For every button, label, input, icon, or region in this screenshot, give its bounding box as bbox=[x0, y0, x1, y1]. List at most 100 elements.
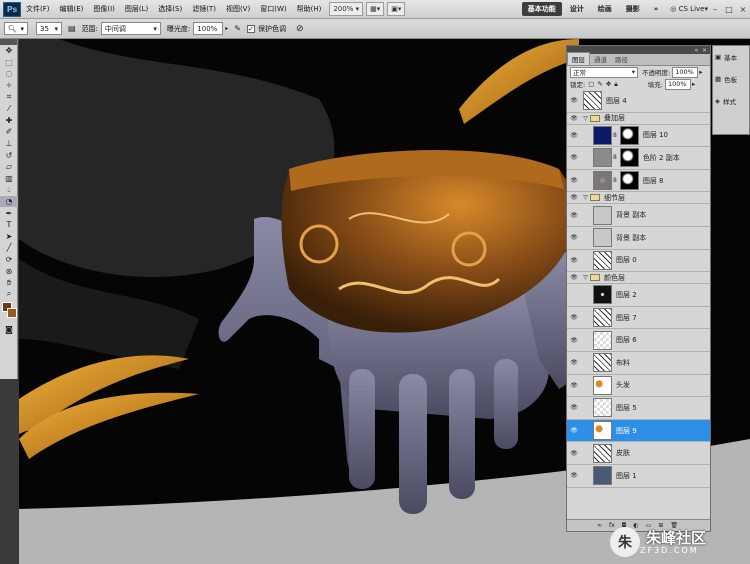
tool-preset-picker[interactable]: 🔍︎ ▾ bbox=[4, 22, 28, 35]
layer-row[interactable]: 👁︎ 8 色阶 2 副本 bbox=[567, 147, 710, 170]
lock-transparency-icon[interactable]: ▢ bbox=[588, 80, 594, 88]
path-select-tool-icon[interactable]: ➤ bbox=[0, 231, 18, 243]
mask-link-icon[interactable]: 8 bbox=[613, 132, 617, 139]
lock-pixels-icon[interactable]: ✎ bbox=[597, 80, 602, 88]
visibility-eye-icon[interactable]: 👁︎ bbox=[567, 427, 581, 434]
menu-item[interactable]: 选择(S) bbox=[153, 4, 187, 14]
menu-item[interactable]: 图层(L) bbox=[120, 4, 153, 14]
visibility-eye-icon[interactable]: 👁︎ bbox=[567, 194, 581, 201]
layer-group[interactable]: 👁︎ ▽ 叠加层 bbox=[567, 113, 710, 125]
layer-row[interactable]: 👁︎ 图层 0 bbox=[567, 249, 710, 273]
mask-link-icon[interactable]: 8 bbox=[613, 177, 617, 184]
panel-tab[interactable]: 路径 bbox=[611, 53, 632, 65]
visibility-eye-icon[interactable]: 👁︎ bbox=[567, 274, 581, 281]
layer-row[interactable]: 👁︎ 8 图层 8 bbox=[567, 169, 710, 193]
layer-mask-thumbnail[interactable] bbox=[619, 125, 639, 145]
hand-tool-icon[interactable]: ✋︎ bbox=[0, 277, 18, 289]
type-tool-icon[interactable]: T bbox=[0, 219, 18, 231]
layer-mask-thumbnail[interactable] bbox=[619, 171, 639, 191]
shape-tool-icon[interactable]: ╱ bbox=[0, 242, 18, 254]
expand-triangle-icon[interactable]: ▽ bbox=[581, 274, 590, 281]
move-tool-icon[interactable]: ✥ bbox=[0, 45, 18, 57]
opacity-field[interactable]: 100% bbox=[672, 66, 699, 78]
visibility-eye-icon[interactable]: 👁︎ bbox=[567, 234, 581, 241]
panel-tab[interactable]: 图层 bbox=[567, 52, 590, 65]
screen-mode-button[interactable]: ▣▾ bbox=[387, 2, 406, 16]
expand-triangle-icon[interactable]: ▽ bbox=[581, 194, 590, 201]
opacity-slider-toggle[interactable]: ▸ bbox=[699, 68, 702, 76]
layer-row[interactable]: 👁︎ 图层 6 bbox=[567, 329, 710, 352]
exposure-slider-toggle[interactable]: ▸ bbox=[225, 25, 228, 32]
fill-field[interactable]: 100% bbox=[664, 78, 691, 90]
layer-row[interactable]: 👁︎ 图层 2 bbox=[567, 284, 710, 307]
tablet-pressure-icon[interactable]: ⊘ bbox=[296, 24, 304, 34]
lock-all-icon[interactable]: 🔒︎ bbox=[614, 80, 617, 89]
healing-brush-tool-icon[interactable]: ✚ bbox=[0, 115, 18, 127]
dock-item-basic[interactable]: ▣ 基本 bbox=[713, 46, 749, 68]
mask-link-icon[interactable]: 8 bbox=[613, 154, 617, 161]
brush-picker[interactable]: 35 ▾ bbox=[36, 22, 62, 35]
brush-panel-icon[interactable]: ▤ bbox=[68, 24, 76, 33]
3d-orbit-tool-icon[interactable]: ⊛ bbox=[0, 265, 18, 277]
expand-triangle-icon[interactable]: ▽ bbox=[581, 115, 590, 122]
visibility-eye-icon[interactable]: 👁︎ bbox=[567, 154, 581, 161]
workspace-button[interactable]: 设计 bbox=[564, 2, 590, 16]
zoom-dropdown[interactable]: 200% ▾ bbox=[329, 2, 364, 16]
menu-item[interactable]: 视图(V) bbox=[221, 4, 255, 14]
layer-row[interactable]: 👁︎ 背景 副本 bbox=[567, 226, 710, 250]
layer-row[interactable]: 👁︎ 图层 9 bbox=[567, 419, 710, 443]
maximize-icon[interactable]: □ bbox=[722, 2, 736, 16]
panel-tab[interactable]: 通道 bbox=[590, 53, 611, 65]
layer-row[interactable]: 👁︎ 图层 4 bbox=[567, 90, 710, 113]
workspace-button[interactable]: 绘画 bbox=[592, 2, 618, 16]
marquee-tool-icon[interactable]: ⬚ bbox=[0, 57, 18, 69]
clone-stamp-tool-icon[interactable]: ⊥ bbox=[0, 138, 18, 150]
layer-group[interactable]: 👁︎ ▽ 颜色层 bbox=[567, 272, 710, 285]
dock-item-styles[interactable]: ◈ 样式 bbox=[713, 90, 749, 112]
lock-position-icon[interactable]: ✥ bbox=[606, 80, 611, 88]
workspace-button[interactable]: 摄影 bbox=[620, 2, 646, 16]
dock-item-swatches[interactable]: ▦ 色板 bbox=[713, 68, 749, 90]
link-layers-icon[interactable]: ∞ bbox=[597, 522, 602, 529]
visibility-eye-icon[interactable]: 👁︎ bbox=[567, 115, 581, 122]
visibility-eye-icon[interactable]: 👁︎ bbox=[567, 314, 581, 321]
cs-live-button[interactable]: ◎ CS Live ▾ bbox=[670, 5, 708, 13]
visibility-eye-icon[interactable]: 👁︎ bbox=[567, 291, 581, 298]
visibility-eye-icon[interactable]: 👁︎ bbox=[567, 177, 581, 184]
arrange-documents-button[interactable]: ▦▾ bbox=[366, 2, 385, 16]
workspace-button[interactable]: 基本功能 bbox=[521, 2, 562, 16]
eraser-tool-icon[interactable]: ▱ bbox=[0, 161, 18, 173]
layer-mask-thumbnail[interactable] bbox=[619, 148, 639, 168]
exposure-field[interactable]: 100% bbox=[193, 22, 224, 35]
layer-row[interactable]: 👁︎ 图层 7 bbox=[567, 306, 710, 330]
quick-select-tool-icon[interactable]: ✧ bbox=[0, 80, 18, 92]
airbrush-icon[interactable]: ✎ bbox=[234, 24, 241, 33]
layer-row[interactable]: 👁︎ 布料 bbox=[567, 351, 710, 375]
blur-tool-icon[interactable]: 💧︎ bbox=[0, 184, 18, 196]
history-brush-tool-icon[interactable]: ↺ bbox=[0, 149, 18, 161]
close-icon[interactable]: × bbox=[736, 2, 750, 16]
gradient-tool-icon[interactable]: ▥ bbox=[0, 173, 18, 185]
protect-tones-checkbox[interactable]: ✓ bbox=[247, 24, 255, 33]
menu-item[interactable]: 窗口(W) bbox=[255, 4, 291, 14]
menu-item[interactable]: 文件(F) bbox=[21, 4, 55, 14]
visibility-eye-icon[interactable]: 👁︎ bbox=[567, 257, 581, 264]
layer-row[interactable]: 👁︎ 图层 1 bbox=[567, 464, 710, 488]
menu-item[interactable]: 图像(I) bbox=[88, 4, 120, 14]
layer-row[interactable]: 👁︎ 8 图层 10 bbox=[567, 124, 710, 148]
eyedropper-tool-icon[interactable]: ⁄ bbox=[0, 103, 18, 115]
brush-tool-icon[interactable]: ✐ bbox=[0, 126, 18, 138]
background-color-swatch[interactable] bbox=[7, 308, 17, 319]
dodge-tool-icon[interactable]: ◔ bbox=[0, 195, 18, 208]
layer-group[interactable]: 👁︎ ▽ 细节层 bbox=[567, 192, 710, 205]
panel-close-icon[interactable]: × bbox=[702, 47, 707, 54]
visibility-eye-icon[interactable]: 👁︎ bbox=[567, 472, 581, 479]
visibility-eye-icon[interactable]: 👁︎ bbox=[567, 450, 581, 457]
visibility-eye-icon[interactable]: 👁︎ bbox=[567, 97, 581, 104]
visibility-eye-icon[interactable]: 👁︎ bbox=[567, 382, 581, 389]
visibility-eye-icon[interactable]: 👁︎ bbox=[567, 359, 581, 366]
layer-row[interactable]: 👁︎ 背景 副本 bbox=[567, 204, 710, 227]
visibility-eye-icon[interactable]: 👁︎ bbox=[567, 337, 581, 344]
quick-mask-icon[interactable]: ◙ bbox=[0, 324, 18, 336]
range-select[interactable]: 中间调 ▾ bbox=[100, 22, 161, 35]
